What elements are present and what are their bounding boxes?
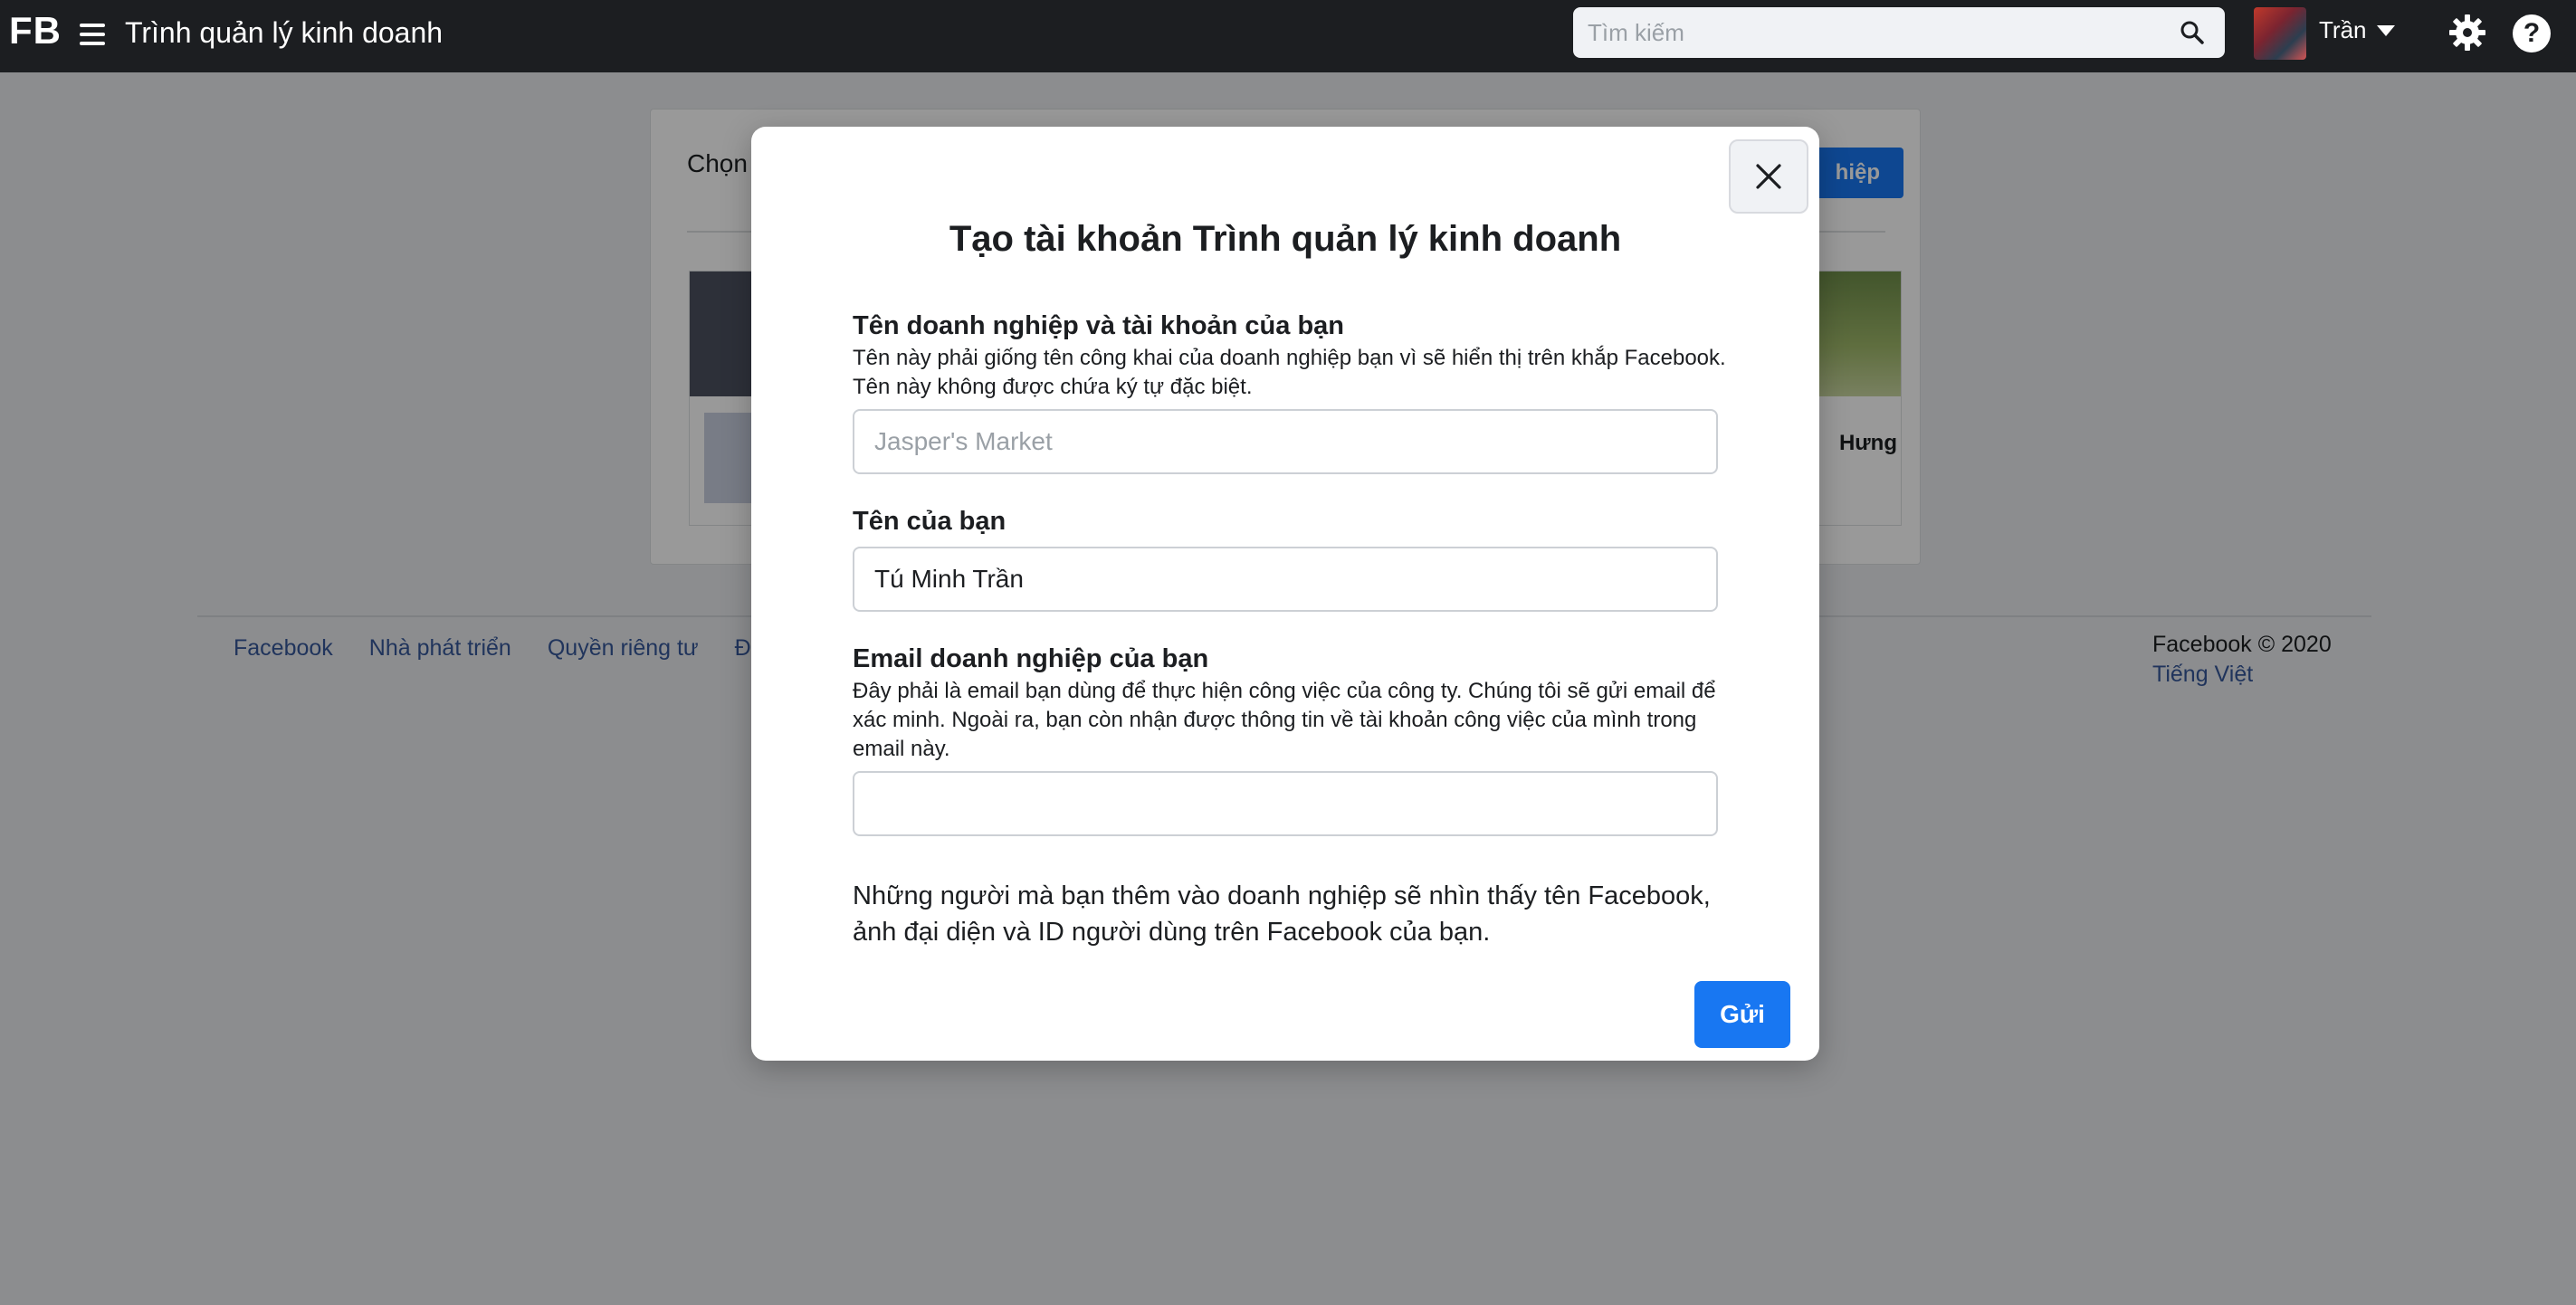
close-icon[interactable]	[1755, 163, 1782, 190]
business-email-help: Đây phải là email bạn dùng để thực hiện …	[853, 679, 1716, 761]
app-title[interactable]: Trình quản lý kinh doanh	[125, 16, 443, 50]
submit-button[interactable]: Gửi	[1694, 981, 1790, 1048]
dialog-title: Tạo tài khoản Trình quản lý kinh doanh	[949, 219, 1622, 259]
business-name-input[interactable]	[853, 409, 1718, 474]
facebook-logo[interactable]: FB	[9, 9, 62, 52]
business-name-label: Tên doanh nghiệp và tài khoản của bạn	[853, 311, 1345, 340]
create-business-dialog: Tạo tài khoản Trình quản lý kinh doanh T…	[751, 127, 1819, 1061]
business-name-help: Tên này phải giống tên công khai của doa…	[853, 346, 1726, 399]
help-icon[interactable]: ?	[2513, 14, 2551, 52]
search-icon[interactable]	[2180, 20, 2205, 45]
user-avatar[interactable]	[2254, 7, 2306, 60]
business-email-input[interactable]	[853, 771, 1718, 836]
gear-icon[interactable]	[2447, 13, 2487, 52]
search-box[interactable]	[1573, 7, 2225, 58]
search-input[interactable]	[1573, 18, 2152, 47]
top-navigation-bar: FB Trình quản lý kinh doanh Trần ?	[0, 0, 2576, 72]
your-name-label: Tên của bạn	[853, 507, 1007, 536]
business-email-label: Email doanh nghiệp của bạn	[853, 644, 1209, 673]
close-button[interactable]	[1729, 139, 1808, 214]
hamburger-menu-icon[interactable]	[80, 24, 105, 45]
user-name[interactable]: Trần	[2319, 16, 2367, 44]
your-name-input[interactable]	[853, 547, 1718, 612]
privacy-notice: Những người mà bạn thêm vào doanh nghiệp…	[853, 881, 1711, 947]
user-menu-caret-icon[interactable]	[2377, 25, 2395, 36]
